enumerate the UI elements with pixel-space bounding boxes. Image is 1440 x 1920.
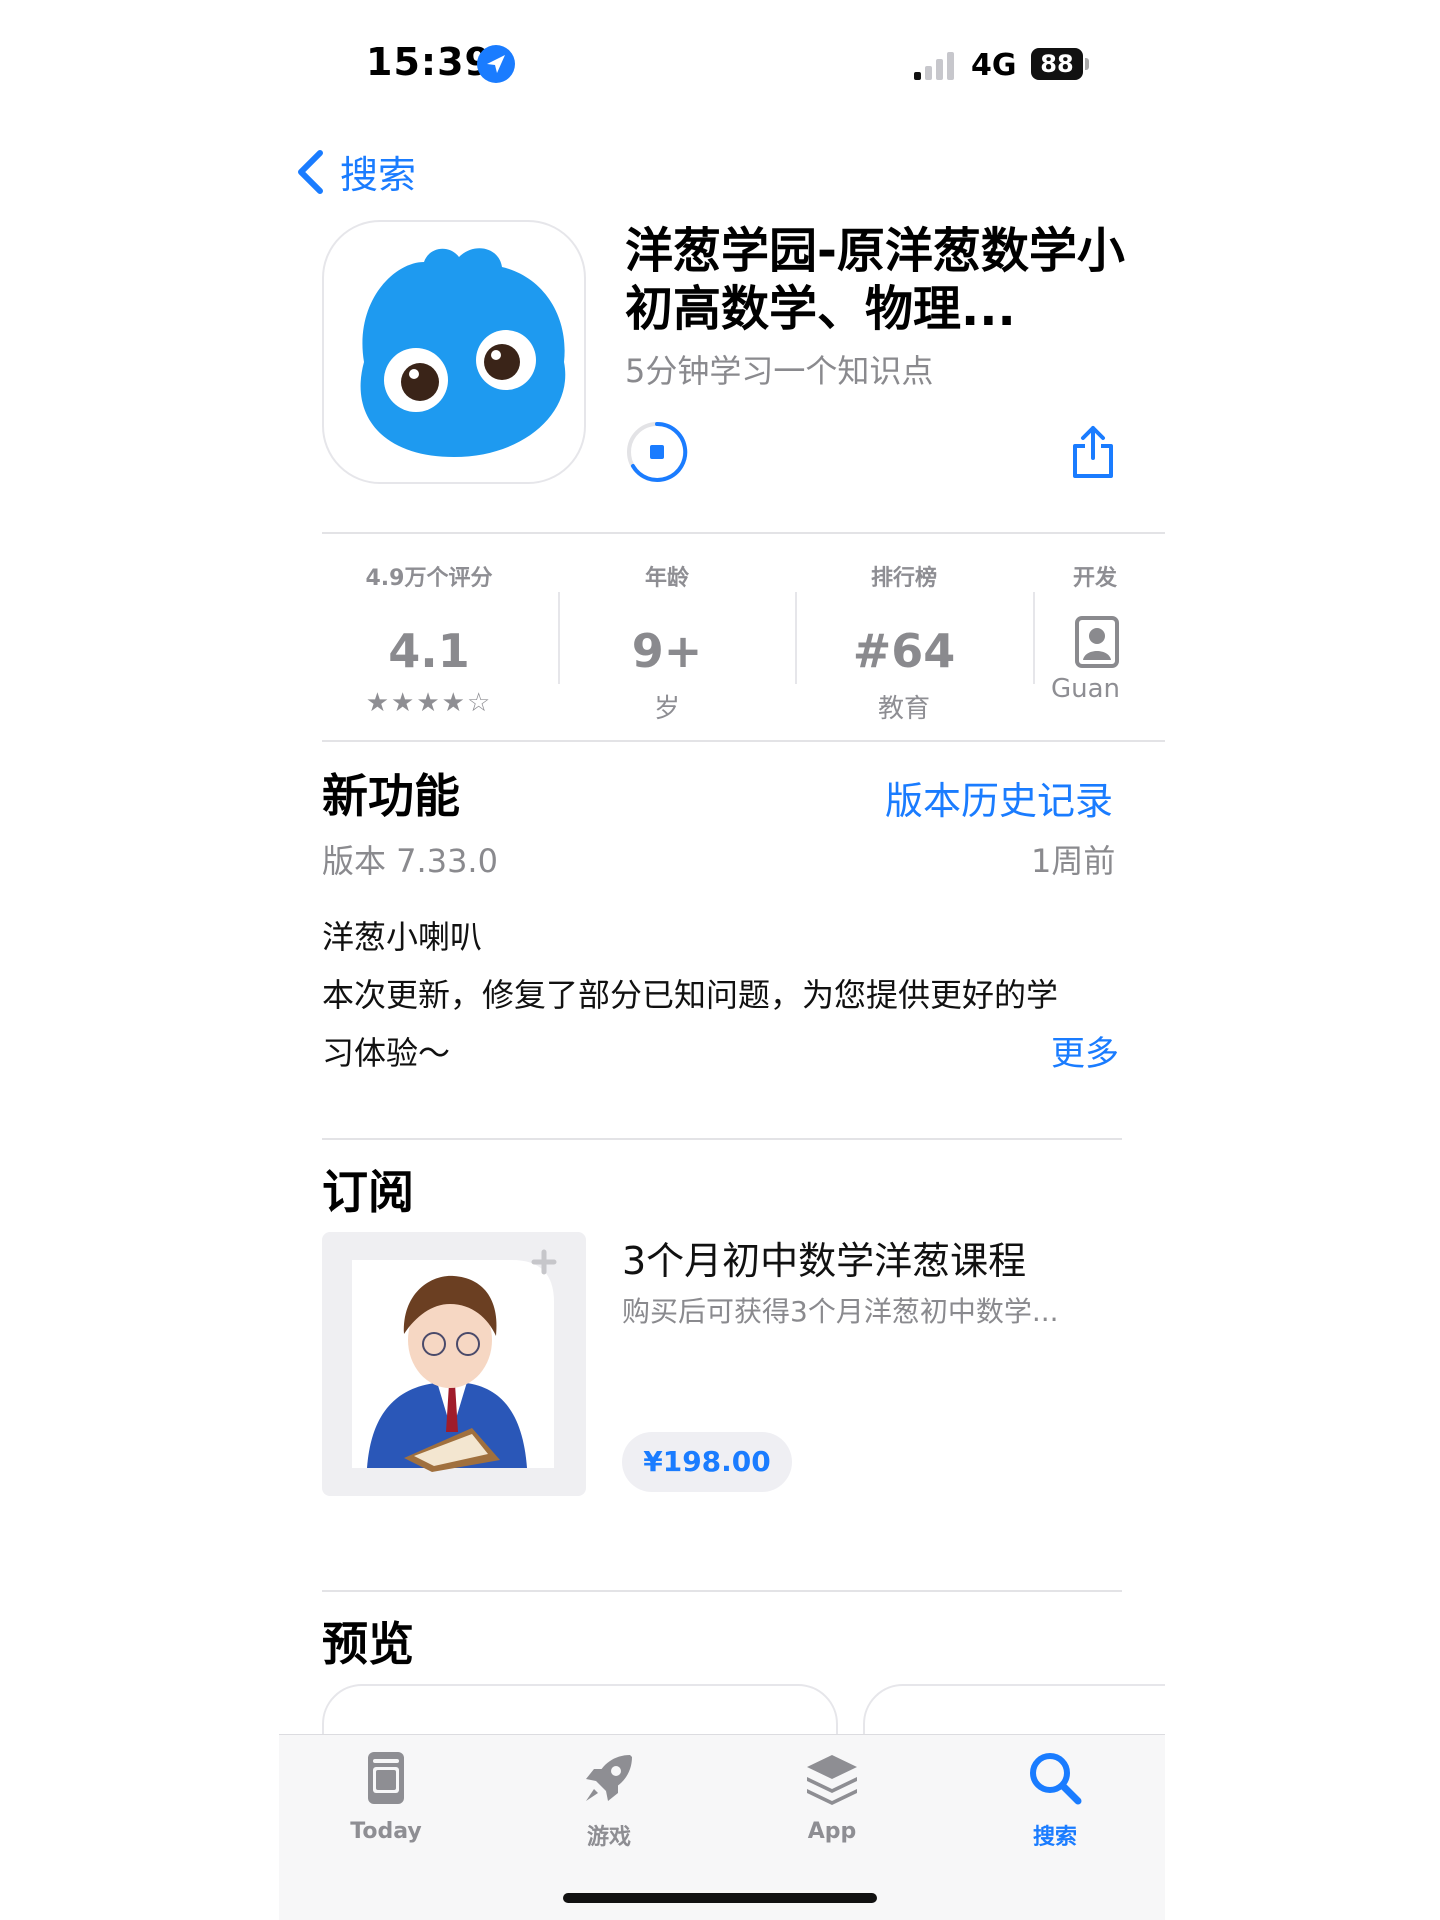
status-time: 15:39 bbox=[366, 40, 492, 84]
app-subtitle: 5分钟学习一个知识点 bbox=[625, 352, 934, 390]
onion-mascot-icon bbox=[360, 248, 566, 457]
release-notes-line: 习体验～ bbox=[322, 1034, 451, 1072]
info-separator bbox=[795, 592, 797, 684]
back-button[interactable]: 搜索 bbox=[294, 144, 416, 199]
app-title: 洋葱学园-原洋葱数学小初高数学、物理... bbox=[625, 223, 1125, 337]
location-arrow-icon bbox=[477, 45, 515, 83]
divider bbox=[322, 532, 1165, 534]
preview-title: 预览 bbox=[322, 1617, 414, 1671]
whats-new-title: 新功能 bbox=[322, 769, 460, 823]
share-icon[interactable] bbox=[1069, 424, 1117, 480]
age-unit: 岁 bbox=[653, 694, 680, 724]
chevron-left-icon bbox=[298, 149, 323, 194]
developer-person-icon bbox=[1075, 616, 1119, 668]
subscription-title: 订阅 bbox=[322, 1165, 414, 1219]
divider bbox=[322, 740, 1165, 742]
chart-category: 教育 bbox=[877, 694, 930, 724]
tab-search[interactable]: 搜索 bbox=[985, 1749, 1125, 1851]
release-time: 1周前 bbox=[1031, 842, 1116, 880]
network-type: 4G bbox=[971, 48, 1017, 83]
developer-label: 开发 bbox=[1073, 566, 1118, 591]
version-history-link[interactable]: 版本历史记录 bbox=[885, 770, 1113, 825]
app-stack-icon bbox=[807, 1755, 857, 1805]
app-icon bbox=[322, 220, 586, 484]
subscription-item-desc: 购买后可获得3个月洋葱初中数学... bbox=[622, 1295, 1059, 1328]
rating-stars: ★★★★☆ bbox=[365, 688, 493, 718]
version-label: 版本 7.33.0 bbox=[322, 842, 498, 880]
release-notes-line: 洋葱小喇叭 bbox=[322, 918, 483, 956]
chart-info[interactable]: 排行榜 #64 教育 bbox=[804, 560, 1004, 725]
app-store-screen: 15:39 4G 88 搜索 洋葱学园-原洋葱数学小初高数学、物理... 5分钟… bbox=[279, 0, 1165, 1920]
info-separator bbox=[558, 592, 560, 684]
info-separator bbox=[1033, 592, 1035, 684]
developer-info[interactable]: 开发 Guan bbox=[1039, 560, 1165, 704]
age-info[interactable]: 年龄 9+ 岁 bbox=[567, 560, 767, 725]
age-label: 年龄 bbox=[644, 566, 689, 591]
age-value: 9+ bbox=[631, 624, 703, 678]
rocket-icon bbox=[586, 1755, 632, 1801]
ratings-count-label: 4.9万个评分 bbox=[365, 566, 493, 591]
price-button[interactable]: ¥198.00 bbox=[622, 1432, 792, 1492]
tab-today[interactable]: Today bbox=[316, 1749, 456, 1844]
today-icon bbox=[368, 1752, 404, 1804]
subscription-item-title[interactable]: 3个月初中数学洋葱课程 bbox=[622, 1230, 1026, 1285]
cellular-signal-icon bbox=[914, 52, 954, 80]
tab-games-label: 游戏 bbox=[586, 1825, 631, 1850]
tab-today-label: Today bbox=[350, 1819, 422, 1844]
subscription-image[interactable] bbox=[322, 1232, 586, 1496]
rating-value: 4.1 bbox=[388, 624, 470, 678]
more-link[interactable]: 更多 bbox=[1051, 1026, 1119, 1075]
battery-icon: 88 bbox=[1031, 48, 1083, 80]
tab-apps[interactable]: App bbox=[762, 1749, 902, 1844]
chart-rank: #64 bbox=[852, 624, 956, 678]
download-progress-button[interactable] bbox=[625, 420, 689, 484]
home-indicator[interactable] bbox=[563, 1893, 877, 1903]
battery-tip bbox=[1085, 58, 1089, 70]
developer-name: Guan bbox=[1051, 674, 1121, 704]
tab-apps-label: App bbox=[807, 1819, 857, 1844]
back-label: 搜索 bbox=[340, 153, 417, 197]
release-notes-line: 本次更新，修复了部分已知问题，为您提供更好的学 bbox=[322, 976, 1059, 1014]
student-character-illustration bbox=[352, 1249, 557, 1472]
tab-games[interactable]: 游戏 bbox=[539, 1749, 679, 1851]
chart-label: 排行榜 bbox=[870, 566, 937, 591]
search-icon bbox=[1030, 1753, 1082, 1805]
divider bbox=[322, 1138, 1122, 1140]
ratings-info[interactable]: 4.9万个评分 4.1 ★★★★☆ bbox=[329, 560, 529, 718]
divider bbox=[322, 1590, 1122, 1592]
tab-search-label: 搜索 bbox=[1032, 1825, 1077, 1850]
